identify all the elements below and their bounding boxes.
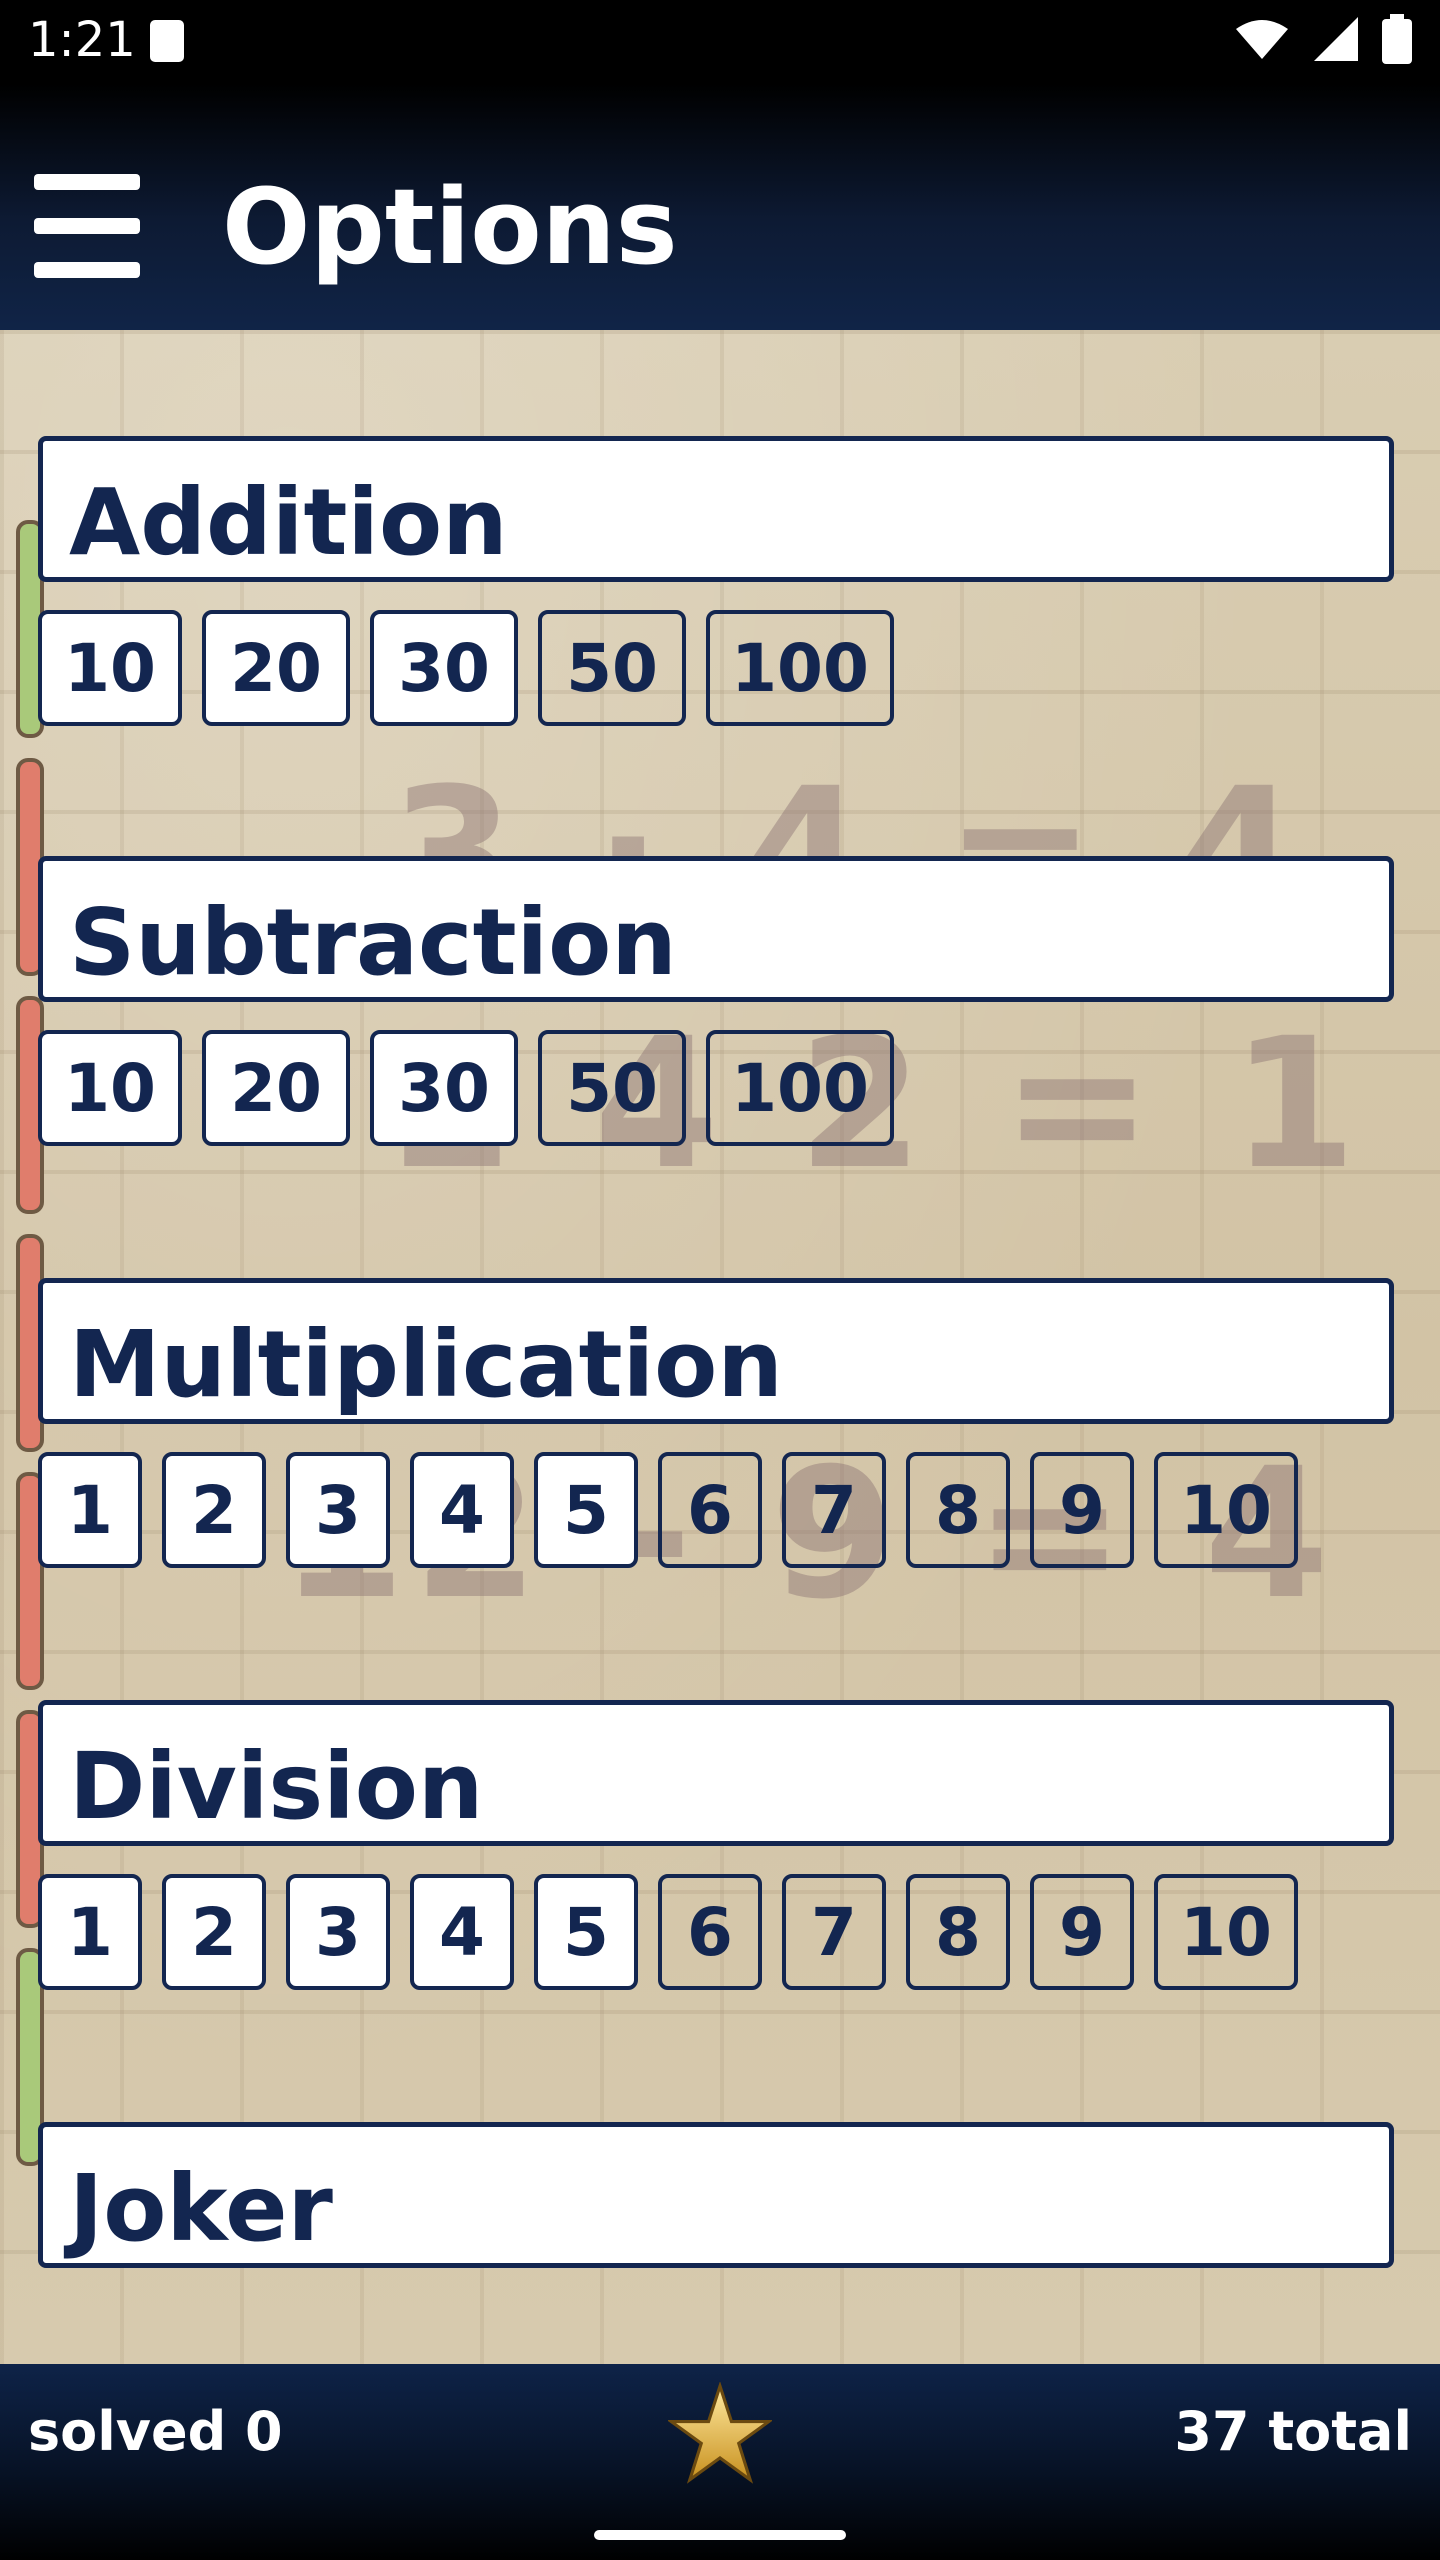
option-button[interactable]: 3 — [286, 1874, 390, 1990]
option-button[interactable]: 7 — [782, 1452, 886, 1568]
section-header-multiplication[interactable]: Multiplication — [38, 1278, 1394, 1424]
option-button[interactable]: 8 — [906, 1452, 1010, 1568]
option-button[interactable]: 6 — [658, 1452, 762, 1568]
options-content[interactable]: 3 · 4 = 4 2 4 2 = 1 12 - 9 = 4 Addition … — [0, 330, 1440, 2364]
home-indicator[interactable] — [594, 2530, 846, 2540]
section-header-joker[interactable]: Joker — [38, 2122, 1394, 2268]
system-icons — [1234, 14, 1412, 64]
option-button[interactable]: 1 — [38, 1452, 142, 1568]
multiplication-options: 1 2 3 4 5 6 7 8 9 10 — [38, 1452, 1298, 1568]
option-button[interactable]: 3 — [286, 1452, 390, 1568]
division-options: 1 2 3 4 5 6 7 8 9 10 — [38, 1874, 1298, 1990]
option-button[interactable]: 8 — [906, 1874, 1010, 1990]
option-button[interactable]: 6 — [658, 1874, 762, 1990]
status-bar: 1:21 — [0, 0, 1440, 84]
clock: 1:21 — [28, 12, 136, 68]
addition-options: 10 20 30 50 100 — [38, 610, 894, 726]
option-button[interactable]: 4 — [410, 1452, 514, 1568]
section-title: Division — [69, 1733, 484, 1840]
option-button[interactable]: 10 — [1154, 1452, 1298, 1568]
sd-card-icon — [150, 20, 184, 62]
option-button[interactable]: 9 — [1030, 1452, 1134, 1568]
signal-icon — [1314, 17, 1358, 61]
page-title: Options — [222, 166, 678, 288]
star-icon[interactable] — [668, 2382, 772, 2486]
total-count: 37 total — [1174, 2400, 1412, 2463]
section-title: Joker — [69, 2155, 333, 2262]
option-button[interactable]: 20 — [202, 610, 350, 726]
option-button[interactable]: 10 — [38, 1030, 182, 1146]
option-button[interactable]: 7 — [782, 1874, 886, 1990]
option-button[interactable]: 5 — [534, 1452, 638, 1568]
wifi-icon — [1236, 20, 1288, 59]
section-header-division[interactable]: Division — [38, 1700, 1394, 1846]
option-button[interactable]: 5 — [534, 1874, 638, 1990]
section-title: Multiplication — [69, 1311, 783, 1418]
section-header-addition[interactable]: Addition — [38, 436, 1394, 582]
option-button[interactable]: 100 — [706, 1030, 894, 1146]
option-button[interactable]: 50 — [538, 1030, 686, 1146]
option-button[interactable]: 10 — [1154, 1874, 1298, 1990]
option-button[interactable]: 2 — [162, 1874, 266, 1990]
section-title: Addition — [69, 469, 508, 576]
subtraction-options: 10 20 30 50 100 — [38, 1030, 894, 1146]
option-button[interactable]: 20 — [202, 1030, 350, 1146]
option-button[interactable]: 4 — [410, 1874, 514, 1990]
option-button[interactable]: 100 — [706, 610, 894, 726]
option-button[interactable]: 9 — [1030, 1874, 1134, 1990]
app-bar: Options — [0, 84, 1440, 330]
option-button[interactable]: 1 — [38, 1874, 142, 1990]
battery-icon — [1382, 14, 1412, 64]
hamburger-menu-icon[interactable] — [34, 174, 140, 278]
option-button[interactable]: 50 — [538, 610, 686, 726]
option-button[interactable]: 2 — [162, 1452, 266, 1568]
option-button[interactable]: 30 — [370, 610, 518, 726]
solved-count: solved 0 — [28, 2400, 283, 2463]
section-title: Subtraction — [69, 889, 677, 996]
option-button[interactable]: 30 — [370, 1030, 518, 1146]
section-header-subtraction[interactable]: Subtraction — [38, 856, 1394, 1002]
option-button[interactable]: 10 — [38, 610, 182, 726]
